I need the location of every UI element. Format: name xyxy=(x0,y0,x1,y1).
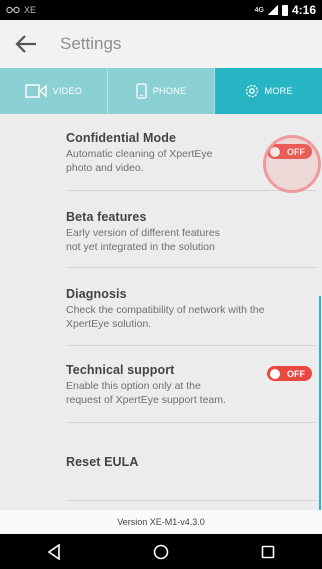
toggle-state: OFF xyxy=(287,368,305,379)
tab-bar: VIDEO PHONE MORE xyxy=(0,68,322,114)
video-camera-icon xyxy=(24,84,47,98)
setting-technical-support[interactable]: Technical support Enable this option onl… xyxy=(66,346,316,423)
back-triangle-icon xyxy=(47,543,60,560)
tab-phone[interactable]: PHONE xyxy=(108,68,216,114)
setting-title: Diagnosis xyxy=(66,287,127,301)
battery-icon xyxy=(281,4,288,16)
toggle-state: OFF xyxy=(287,146,305,157)
setting-description-line: Early version of different features xyxy=(66,227,220,239)
recents-square-icon xyxy=(262,545,275,558)
setting-title: Beta features xyxy=(66,210,147,224)
tab-video-label: VIDEO xyxy=(52,86,83,96)
setting-description-line: request of XpertEye support team. xyxy=(66,394,226,406)
settings-list: Confidential Mode Automatic cleaning of … xyxy=(0,114,322,510)
toggle-knob xyxy=(270,368,280,379)
back-button[interactable] xyxy=(2,20,50,68)
home-circle-icon xyxy=(153,544,169,559)
setting-description-line: Enable this option only at the xyxy=(66,380,201,392)
nav-recents-button[interactable] xyxy=(248,537,288,567)
status-app-label: XE xyxy=(24,5,37,15)
signal-icon xyxy=(267,5,278,15)
setting-title: Reset EULA xyxy=(66,455,139,469)
setting-description: Early version of different features not … xyxy=(66,226,316,254)
setting-description-line: Check the compatibility of network with … xyxy=(66,304,265,316)
tab-more[interactable]: MORE xyxy=(215,68,322,114)
version-footer: Version XE-M1-v4.3.0 xyxy=(0,510,322,534)
setting-reset-eula[interactable]: Reset EULA xyxy=(66,423,316,501)
setting-beta-features[interactable]: Beta features Early version of different… xyxy=(66,191,316,268)
tab-more-label: MORE xyxy=(264,86,293,96)
setting-description: Check the compatibility of network with … xyxy=(66,303,316,331)
status-left: XE xyxy=(6,5,36,15)
setting-description: Enable this option only at the request o… xyxy=(66,379,316,407)
toggle-knob xyxy=(270,146,280,157)
confidential-mode-toggle[interactable]: OFF xyxy=(263,135,321,193)
setting-confidential-mode[interactable]: Confidential Mode Automatic cleaning of … xyxy=(66,114,321,193)
technical-support-toggle[interactable]: OFF xyxy=(267,366,312,381)
setting-description-line: photo and video. xyxy=(66,162,144,174)
system-nav-bar xyxy=(0,534,322,569)
status-time: 4:16 xyxy=(291,3,316,17)
version-label: Version XE-M1-v4.3.0 xyxy=(117,517,205,527)
setting-title: Confidential Mode xyxy=(66,131,177,145)
app-bar: Settings xyxy=(0,20,322,68)
arrow-left-icon xyxy=(15,35,36,53)
gear-icon xyxy=(245,84,258,98)
page-title: Settings xyxy=(60,34,122,53)
setting-description-line: not yet integrated in the solution xyxy=(66,241,215,253)
network-type: 4G xyxy=(254,6,264,14)
phone-icon xyxy=(136,83,147,99)
glasses-icon xyxy=(6,6,20,14)
tab-video[interactable]: VIDEO xyxy=(0,68,108,114)
nav-home-button[interactable] xyxy=(141,537,181,567)
setting-description-line: XpertEye solution. xyxy=(66,318,152,330)
status-bar: XE 4G 4:16 xyxy=(0,0,322,20)
nav-back-button[interactable] xyxy=(34,537,74,567)
scrollbar[interactable] xyxy=(319,296,321,510)
setting-diagnosis[interactable]: Diagnosis Check the compatibility of net… xyxy=(66,268,316,346)
tab-phone-label: PHONE xyxy=(152,86,187,96)
